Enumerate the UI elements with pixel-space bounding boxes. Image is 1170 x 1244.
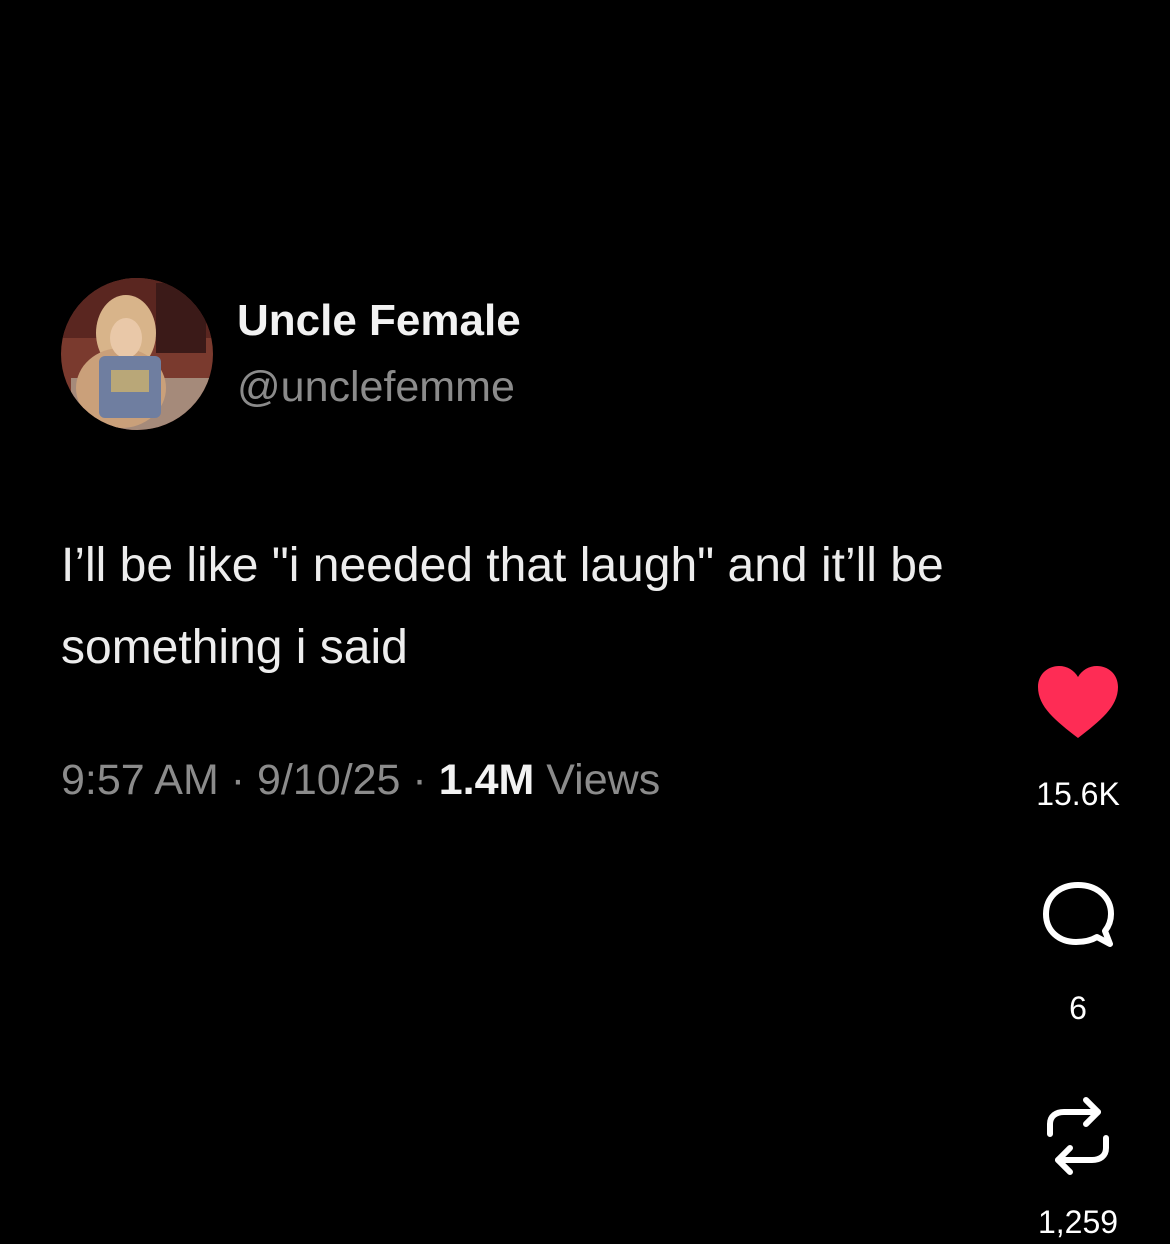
speech-bubble-icon: [1043, 882, 1114, 947]
meta-separator: ·: [412, 756, 427, 804]
views-count: 1.4M: [438, 756, 535, 804]
views-label: Views: [546, 756, 661, 804]
display-name[interactable]: Uncle Female: [237, 296, 521, 346]
repost-button[interactable]: 1,259: [1018, 1094, 1138, 1241]
tweet-text: I’ll be like "i needed that laugh" and i…: [61, 539, 944, 674]
like-count: 15.6K: [1036, 776, 1120, 812]
user-handle[interactable]: @unclefemme: [237, 363, 515, 412]
comment-count: 6: [1069, 990, 1087, 1026]
tweet-meta: 9:57 AM · 9/10/25 · 1.4M Views: [61, 756, 660, 805]
repost-icon: [1047, 1097, 1109, 1175]
repost-count: 1,259: [1037, 1204, 1119, 1240]
meta-separator: ·: [230, 756, 246, 804]
tweet-date: 9/10/25: [257, 756, 401, 804]
avatar-image: [61, 278, 213, 430]
heart-icon: [1038, 666, 1118, 738]
avatar[interactable]: [61, 278, 213, 430]
like-button[interactable]: 15.6K: [1018, 664, 1138, 813]
comment-button[interactable]: 6: [1018, 880, 1138, 1027]
tweet-time: 9:57 AM: [61, 756, 219, 804]
